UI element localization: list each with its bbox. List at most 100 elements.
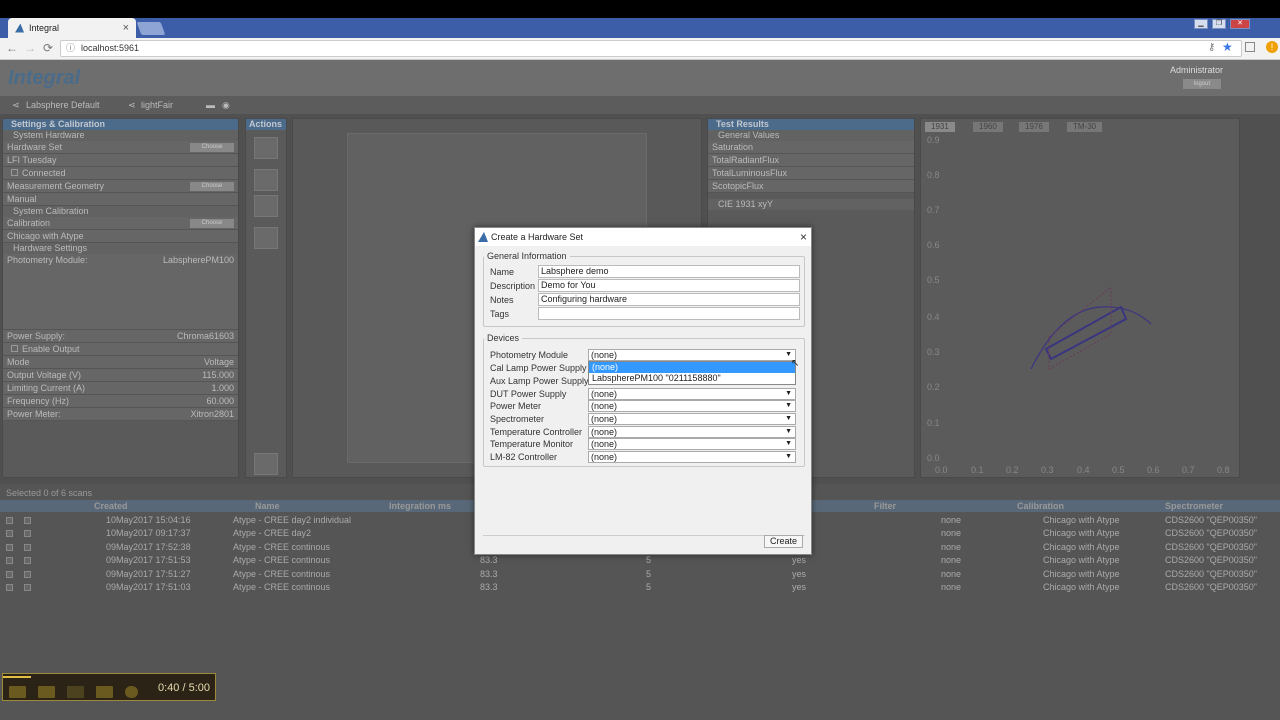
row-checkbox[interactable] [24,557,31,565]
share-icon[interactable]: ⋖ [12,100,20,111]
col-filter[interactable]: Filter [874,500,896,512]
action-button[interactable] [254,137,278,159]
notes-field[interactable]: Configuring hardware [538,293,800,306]
close-circle-icon[interactable] [125,686,138,698]
action-button[interactable] [254,227,278,249]
playback-progress[interactable] [3,676,32,678]
actions-header: Actions [246,119,286,130]
enable-output-checkbox[interactable]: Enable Output [3,343,238,356]
device-select[interactable]: (none) ▼ [588,400,796,412]
window-close-button[interactable]: ✕ [1230,19,1250,29]
mode-value[interactable]: Voltage [204,356,234,369]
record-icon[interactable] [67,686,84,698]
row-checkbox[interactable] [6,517,13,524]
system-hardware-header[interactable]: System Hardware [3,130,238,141]
row-checkbox[interactable] [6,557,13,565]
row-checkbox[interactable] [6,530,13,538]
chevron-down-icon: ▼ [785,440,792,447]
cie-header[interactable]: CIE 1931 xyY [708,199,914,210]
browser-tab[interactable]: Integral × [8,18,136,38]
folder-icon[interactable]: ▬ [206,100,215,110]
device-select[interactable]: (none) ▼ [588,426,796,438]
key-icon[interactable]: ⚷ [1208,42,1215,53]
general-values-header[interactable]: General Values [708,130,914,141]
choose-calibration-button[interactable]: Choose [190,219,234,228]
output-voltage-value[interactable]: 115.000 [202,369,234,382]
action-button[interactable] [254,169,278,191]
device-label: Cal Lamp Power Supply [490,363,587,373]
row-checkbox[interactable] [24,530,31,538]
limiting-current-value[interactable]: 1.000 [211,382,234,395]
window-minimize-button[interactable]: ▁ [1194,19,1208,29]
new-tab-button[interactable] [136,22,166,35]
tags-field[interactable] [538,307,800,320]
row-checkbox[interactable] [6,570,13,578]
dropdown-option-pm100[interactable]: LabspherePM100 "0211158880" [589,373,795,384]
rewind-icon[interactable] [96,686,113,698]
name-field[interactable]: Labsphere demo [538,265,800,278]
create-button[interactable]: Create [763,535,803,548]
action-button[interactable] [254,453,278,475]
eye-icon[interactable]: ◉ [222,100,230,111]
logout-button[interactable]: logout [1183,79,1221,89]
hardware-settings-header[interactable]: Hardware Settings [3,243,238,254]
bookmark-star-icon[interactable]: ★ [1222,40,1233,54]
choose-hardware-button[interactable]: Choose [190,143,234,152]
row-checkbox[interactable] [6,543,13,551]
col-calibration[interactable]: Calibration [1017,500,1064,512]
result-item[interactable]: ScotopicFlux [708,180,914,193]
create-hardware-set-dialog: Create a Hardware Set × General Informat… [474,227,812,555]
forward-icon[interactable]: → [24,41,36,55]
user-name: Administrator [1170,65,1224,75]
system-calibration-header[interactable]: System Calibration [3,206,238,217]
connected-label: Connected [22,168,66,178]
device-select[interactable]: (none) ▼ [588,438,796,450]
breadcrumb-profile[interactable]: Labsphere Default [26,100,100,110]
col-integration[interactable]: Integration ms [389,500,451,512]
app-header [0,60,1280,96]
tab-close-icon[interactable]: × [123,22,129,34]
table-row[interactable]: 09May2017 17:51:27 Atype - CREE continous… [0,568,1280,581]
row-checkbox[interactable] [24,517,31,524]
browser-tabstrip [0,18,1280,38]
update-icon[interactable]: ! [1266,41,1278,53]
result-item[interactable]: TotalRadiantFlux [708,154,914,167]
device-select-value: (none) [591,452,618,462]
col-spectrometer[interactable]: Spectrometer [1165,500,1223,512]
row-checkbox[interactable] [6,584,13,591]
device-select[interactable]: (none) ▼ [588,413,796,425]
device-select[interactable]: (none) ▼ [588,388,796,400]
dialog-titlebar: Create a Hardware Set × [475,228,811,246]
url-bar[interactable]: ⓘ localhost:5961 [60,40,1242,57]
col-created[interactable]: Created [94,500,128,512]
dropdown-option-none[interactable]: (none) [589,362,795,373]
action-button[interactable] [254,195,278,217]
breadcrumb-project[interactable]: lightFair [141,100,173,110]
window-restore-button[interactable]: ❐ [1212,19,1226,29]
row-checkbox[interactable] [24,543,31,551]
back-icon[interactable]: ← [6,41,18,55]
chevron-down-icon: ▼ [785,402,792,409]
cell-created: 09May2017 17:51:03 [106,582,191,592]
device-select[interactable]: (none) ▼ [588,349,796,361]
dialog-close-icon[interactable]: × [800,228,807,246]
result-item[interactable]: Saturation [708,141,914,154]
share-icon[interactable]: ⋖ [128,100,136,111]
row-checkbox[interactable] [24,570,31,578]
stop-icon[interactable] [9,686,26,698]
result-item[interactable]: TotalLuminousFlux [708,167,914,180]
description-field[interactable]: Demo for You [538,279,800,292]
table-row[interactable]: 09May2017 17:51:03 Atype - CREE continous… [0,581,1280,594]
table-row[interactable]: 09May2017 17:51:53 Atype - CREE continous… [0,554,1280,567]
reload-icon[interactable]: ⟳ [43,41,53,55]
device-select[interactable]: (none) ▼ [588,451,796,463]
choose-geometry-button[interactable]: Choose [190,182,234,191]
row-checkbox[interactable] [24,584,31,591]
connected-checkbox[interactable]: Connected [3,167,238,180]
frequency-value[interactable]: 60.000 [206,395,234,408]
col-name[interactable]: Name [255,500,280,512]
pause-icon[interactable] [38,686,55,698]
cell-name: Atype - CREE continous [233,568,331,579]
extension-icon[interactable] [1245,42,1255,52]
cell-filter: none [941,555,962,566]
